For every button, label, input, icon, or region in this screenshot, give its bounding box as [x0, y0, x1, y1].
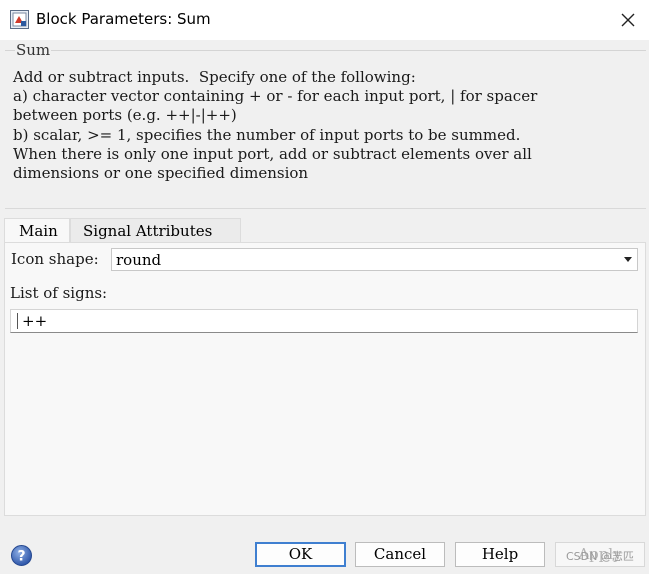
list-of-signs-value: ++ [22, 312, 48, 330]
group-legend: Sum [15, 41, 52, 59]
chevron-down-icon [624, 257, 632, 262]
help-icon[interactable]: ? [11, 545, 32, 566]
help-button[interactable]: Help [455, 542, 545, 567]
text-cursor [17, 313, 18, 329]
title-bar: Block Parameters: Sum [0, 0, 649, 40]
close-icon[interactable] [612, 4, 644, 36]
list-of-signs-input[interactable]: ++ [10, 309, 638, 333]
block-description: Add or subtract inputs. Specify one of t… [13, 68, 538, 183]
simulink-block-icon [10, 10, 29, 29]
watermark: CSDN @志匹 [566, 550, 634, 563]
tab-signal-attributes[interactable]: Signal Attributes [70, 218, 241, 242]
icon-shape-select[interactable]: round [111, 248, 638, 271]
icon-shape-label: Icon shape: [11, 250, 99, 268]
list-of-signs-label: List of signs: [10, 284, 108, 302]
divider [5, 208, 646, 209]
svg-text:?: ? [17, 549, 25, 565]
ok-button[interactable]: OK [255, 542, 346, 567]
cancel-button[interactable]: Cancel [355, 542, 445, 567]
icon-shape-value: round [116, 251, 162, 269]
window-title: Block Parameters: Sum [36, 10, 211, 28]
tab-main[interactable]: Main [4, 218, 70, 242]
dialog-window: Block Parameters: Sum Sum Add or subtrac… [0, 0, 649, 574]
